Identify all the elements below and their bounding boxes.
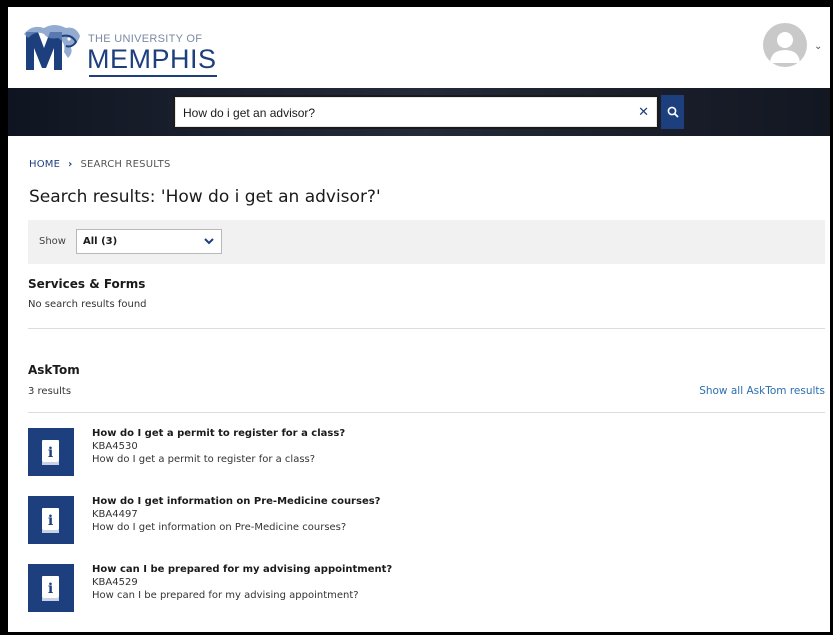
- show-filter-select[interactable]: All (3): [76, 229, 222, 254]
- show-filter-value: All (3): [83, 236, 118, 247]
- search-band: ✕: [8, 88, 830, 136]
- asktom-section-title: AskTom: [28, 363, 80, 377]
- result-description: How do I get a permit to register for a …: [92, 454, 316, 465]
- services-empty-message: No search results found: [28, 299, 147, 310]
- filter-bar: Show All (3): [28, 220, 825, 264]
- logo-text-big: MEMPHIS: [87, 44, 217, 77]
- result-description: How can I be prepared for my advising ap…: [92, 590, 359, 601]
- services-section-title: Services & Forms: [28, 277, 146, 291]
- page-title: Search results: 'How do i get an advisor…: [29, 187, 381, 207]
- tiger-icon[interactable]: [22, 22, 82, 74]
- search-icon: [667, 106, 679, 118]
- site-header: THE UNIVERSITY OF MEMPHIS ⌄: [8, 7, 830, 88]
- list-item[interactable]: i How do I get information on Pre-Medici…: [28, 496, 728, 550]
- list-item[interactable]: i How can I be prepared for my advising …: [28, 564, 728, 618]
- result-id: KBA4530: [92, 441, 138, 452]
- search-button[interactable]: [661, 95, 684, 129]
- list-item[interactable]: i How do I get a permit to register for …: [28, 428, 728, 482]
- knowledge-article-icon: i: [28, 564, 74, 612]
- breadcrumb-separator: ›: [68, 159, 73, 170]
- chevron-down-icon[interactable]: ⌄: [814, 41, 822, 52]
- result-id: KBA4497: [92, 509, 138, 520]
- result-title-link[interactable]: How do I get a permit to register for a …: [92, 428, 345, 439]
- close-icon[interactable]: ✕: [638, 105, 649, 120]
- result-description: How do I get information on Pre-Medicine…: [92, 522, 347, 533]
- section-divider: [28, 412, 825, 413]
- svg-text:i: i: [48, 445, 53, 461]
- search-field[interactable]: ✕: [173, 95, 659, 129]
- knowledge-article-icon: i: [28, 496, 74, 544]
- breadcrumb-current: SEARCH RESULTS: [80, 159, 171, 170]
- breadcrumb: HOME › SEARCH RESULTS: [29, 159, 171, 170]
- section-divider: [28, 328, 825, 329]
- result-id: KBA4529: [92, 577, 138, 588]
- svg-text:i: i: [48, 581, 53, 597]
- svg-text:i: i: [48, 513, 53, 529]
- logo-underline: [89, 75, 217, 77]
- logo-wordmark: MEMPHIS: [87, 44, 217, 74]
- result-title-link[interactable]: How do I get information on Pre-Medicine…: [92, 496, 380, 507]
- show-label: Show: [39, 236, 66, 247]
- page-frame: THE UNIVERSITY OF MEMPHIS ⌄ ✕ HOME › SEARC…: [0, 0, 833, 635]
- result-title-link[interactable]: How can I be prepared for my advising ap…: [92, 564, 392, 575]
- user-avatar-icon[interactable]: [763, 23, 807, 67]
- breadcrumb-home-link[interactable]: HOME: [29, 159, 60, 170]
- chevron-down-icon: [204, 238, 214, 245]
- show-all-asktom-link[interactable]: Show all AskTom results: [699, 385, 825, 397]
- asktom-result-count: 3 results: [28, 386, 72, 397]
- knowledge-article-icon: i: [28, 428, 74, 476]
- search-input[interactable]: [183, 104, 623, 122]
